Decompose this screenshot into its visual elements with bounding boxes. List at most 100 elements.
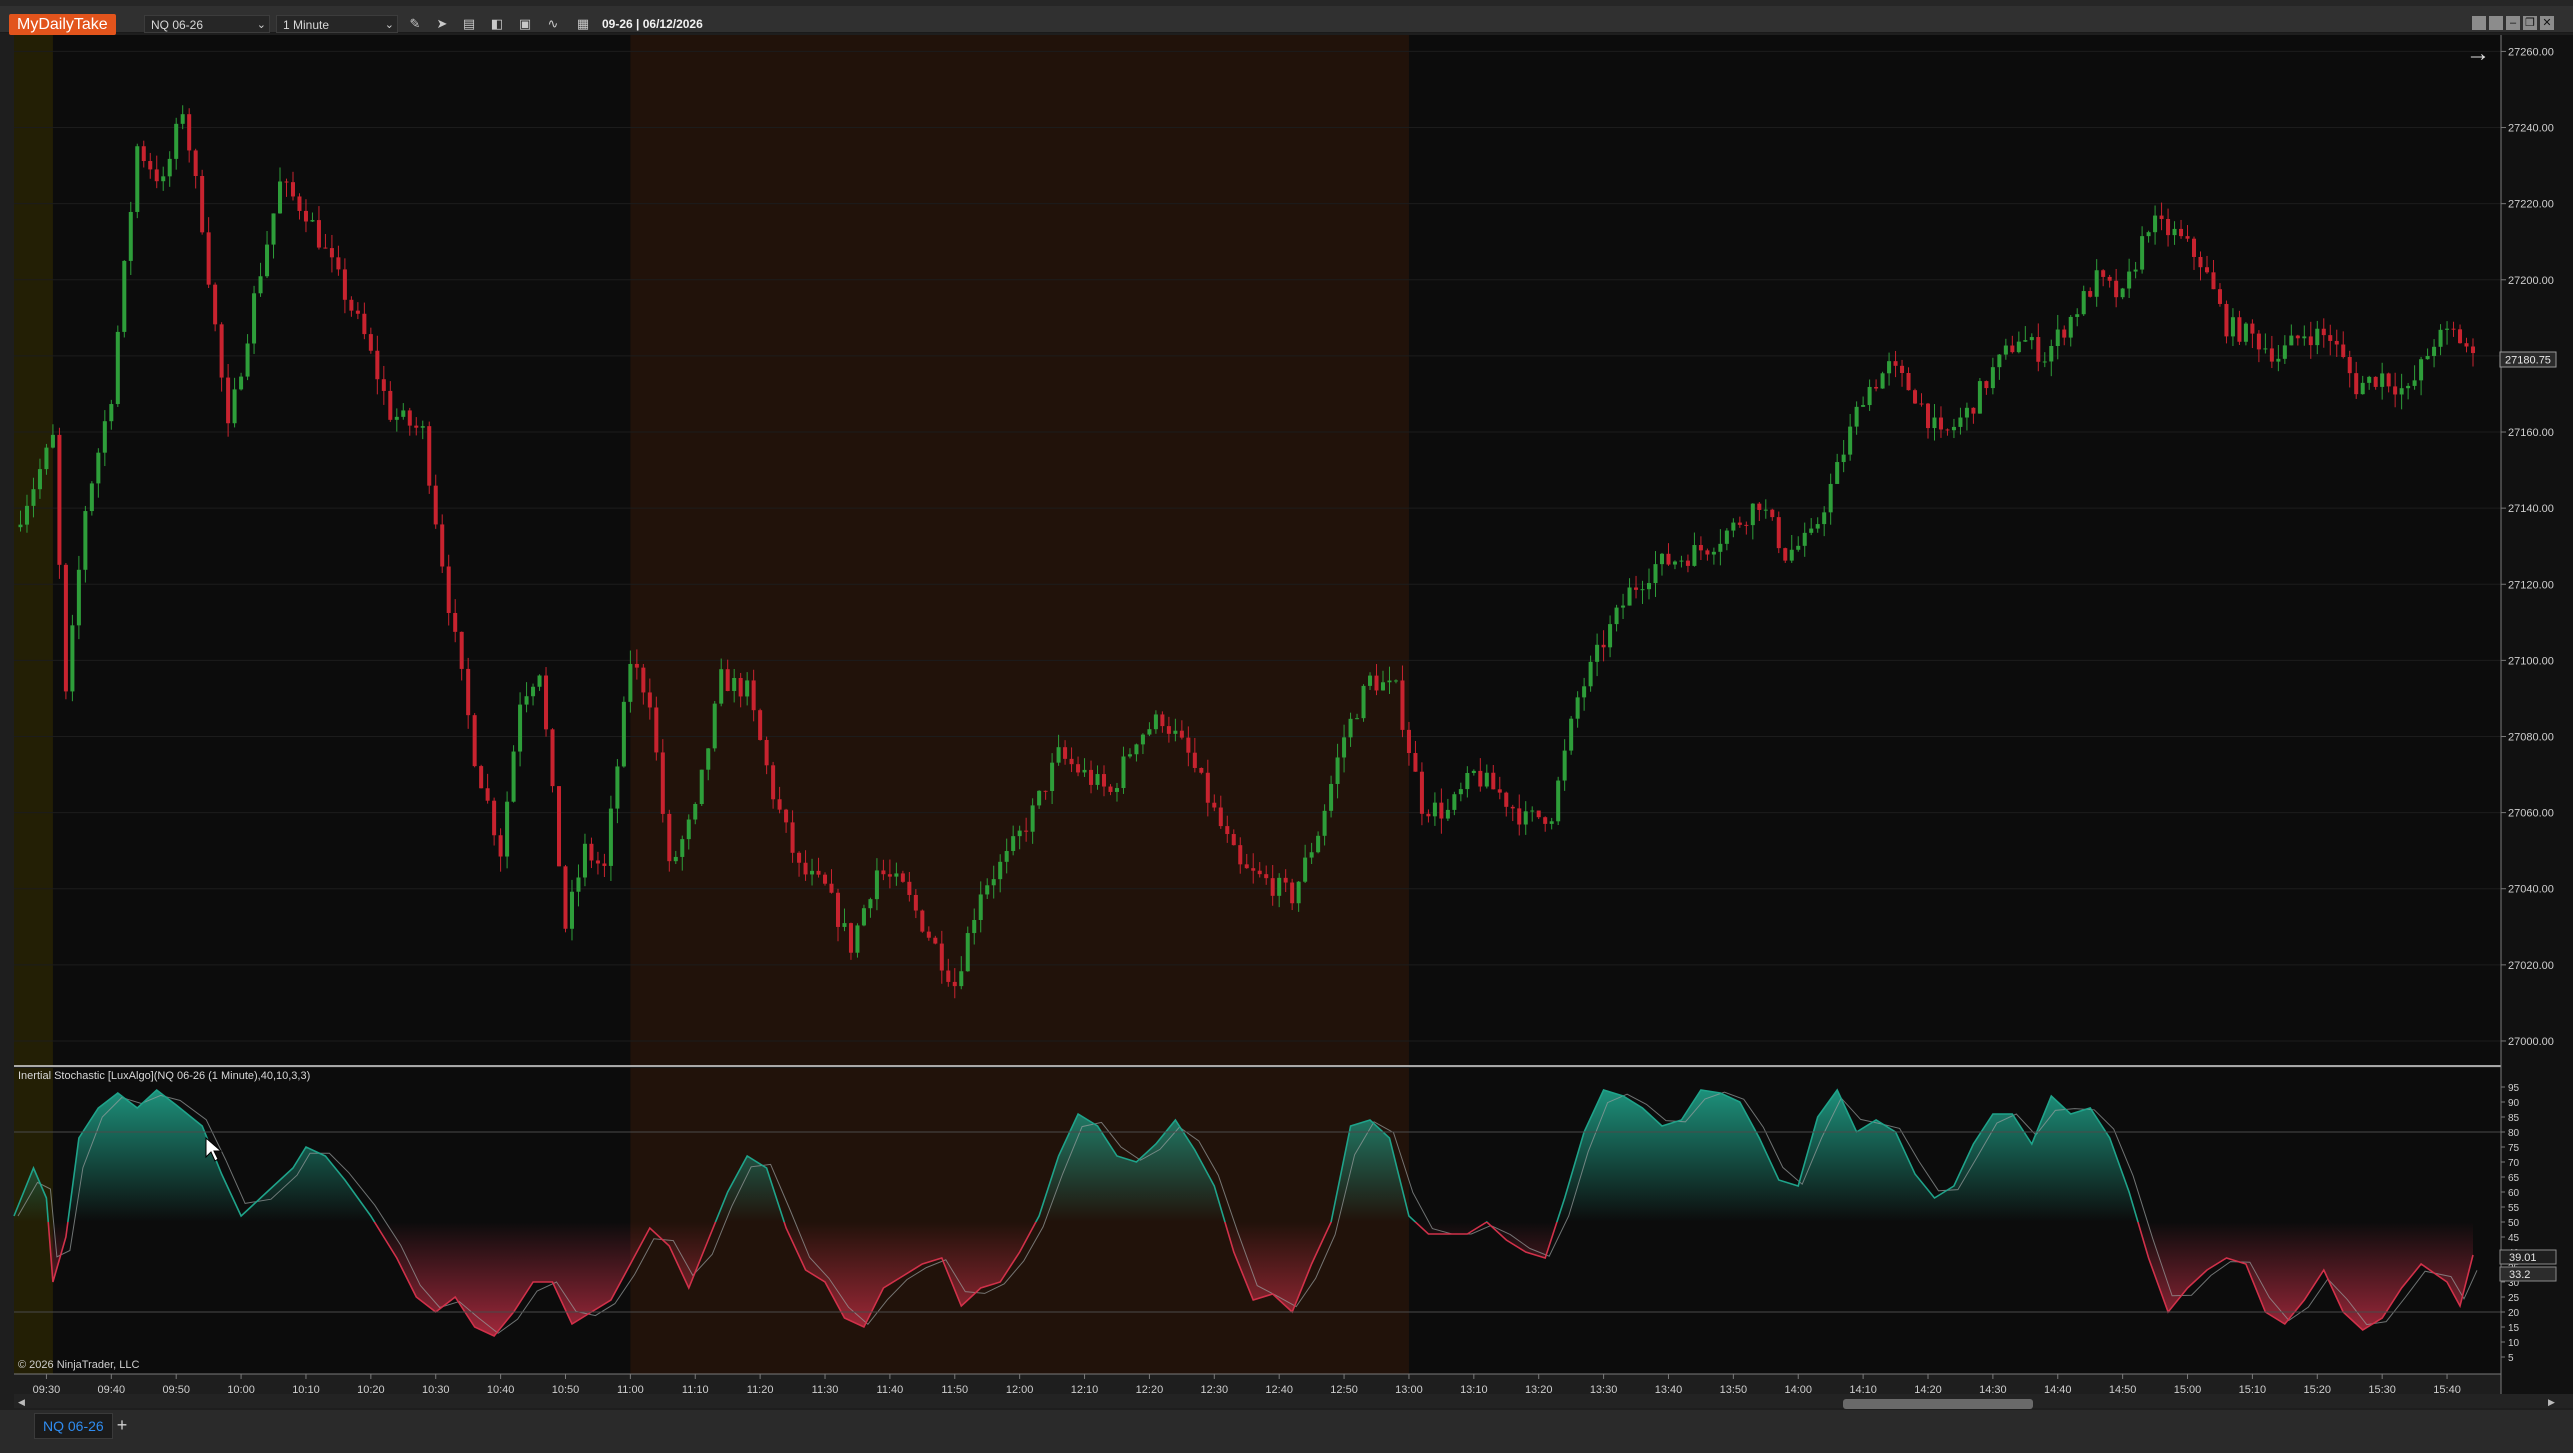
candle-body — [1497, 789, 1502, 793]
candle-body — [2360, 382, 2365, 395]
candle-body — [1517, 808, 1522, 825]
candle-body — [1063, 747, 1068, 759]
candle-body — [641, 667, 646, 693]
candle-body — [842, 923, 847, 927]
candle-body — [414, 425, 419, 428]
candle-body — [1601, 644, 1606, 648]
candle-body — [1646, 583, 1652, 590]
arrow-right-icon[interactable]: → — [2466, 42, 2490, 66]
candle-body — [1225, 826, 1230, 835]
candle-body — [96, 452, 101, 484]
candle-body — [758, 710, 763, 740]
price-tick-label: 27240.00 — [2508, 123, 2554, 135]
scroll-right-icon[interactable]: ▶ — [2548, 1397, 2555, 1407]
indicator-tick-label: 75 — [2508, 1143, 2520, 1154]
horizontal-scrollbar[interactable] — [14, 1394, 2573, 1408]
candle-body — [751, 680, 756, 711]
candle-body — [1608, 624, 1613, 648]
candle-body — [1231, 834, 1236, 846]
candle-body — [368, 334, 373, 351]
candle-body — [913, 894, 918, 911]
candle-body — [2088, 291, 2093, 297]
candle-body — [2321, 328, 2326, 336]
candle-body — [1101, 774, 1107, 787]
candle-body — [1744, 524, 1749, 526]
indicator-tick-label: 25 — [2508, 1293, 2520, 1304]
candle-body — [161, 176, 166, 182]
candle-body — [939, 943, 944, 971]
add-tab-button[interactable]: + — [112, 1415, 132, 1435]
candle-body — [2146, 232, 2151, 237]
candle-body — [615, 766, 620, 809]
candle-body — [193, 150, 198, 177]
candle-body — [135, 146, 140, 212]
candle-body — [141, 146, 146, 162]
candle-body — [213, 284, 218, 325]
tab-nq-06-26[interactable]: NQ 06-26 — [34, 1413, 113, 1439]
candle-body — [1355, 718, 1360, 720]
candle-body — [2068, 316, 2073, 338]
candle-body — [959, 971, 964, 987]
candle-body — [667, 813, 672, 862]
scroll-left-icon[interactable]: ◀ — [18, 1397, 25, 1407]
candle-body — [634, 663, 639, 668]
candle-body — [2179, 228, 2184, 237]
candle-body — [284, 181, 289, 183]
candle-body — [2470, 346, 2476, 354]
indicator-tick-label: 50 — [2508, 1218, 2520, 1229]
candle-body — [1406, 729, 1411, 754]
candle-body — [290, 182, 296, 197]
candle-body — [576, 877, 581, 892]
candle-body — [31, 489, 36, 506]
candle-body — [1984, 381, 1989, 389]
candle-body — [1108, 786, 1113, 792]
candle-body — [1491, 772, 1496, 790]
time-axis[interactable]: 09:30 09:40 09:50 10:00 10:10 10:20 10:30 10:40… — [14, 1373, 2501, 1396]
chart-area[interactable]: 27260.0027240.0027220.0027200.0027180.00… — [0, 0, 2573, 1453]
candle-body — [1121, 756, 1126, 789]
candle-body — [18, 524, 23, 528]
candle-body — [1069, 758, 1074, 765]
session-shade — [14, 35, 53, 1066]
candle-body — [1309, 852, 1314, 858]
candle-body — [2256, 333, 2261, 350]
candle-body — [167, 158, 172, 177]
candle-body — [1919, 403, 1924, 405]
candle-body — [1024, 830, 1029, 832]
candle-body — [1342, 737, 1347, 758]
candle-body — [660, 752, 665, 814]
session-shade — [630, 35, 1409, 1066]
candle-body — [907, 881, 912, 895]
candle-body — [1257, 870, 1262, 875]
candle-body — [154, 169, 159, 182]
candle-body — [44, 447, 49, 470]
candle-body — [50, 434, 55, 448]
candle-body — [1556, 780, 1561, 822]
candle-body — [1316, 835, 1321, 853]
candle-body — [453, 612, 458, 632]
candle-body — [76, 569, 81, 626]
indicator-tick-label: 60 — [2508, 1188, 2520, 1199]
price-tick-label: 27060.00 — [2508, 808, 2554, 820]
candle-body — [1290, 882, 1295, 904]
scrollbar-thumb[interactable] — [1843, 1399, 2033, 1409]
candle-body — [355, 310, 360, 314]
candle-body — [1951, 426, 1956, 431]
candle-body — [1530, 810, 1535, 812]
candle-body — [258, 276, 263, 294]
candle-body — [2107, 276, 2112, 281]
price-tick-label: 27000.00 — [2508, 1036, 2554, 1048]
candle-body — [1452, 794, 1457, 810]
candle-body — [2250, 323, 2255, 334]
candle-body — [1296, 881, 1301, 904]
candle-body — [498, 835, 503, 857]
candle-body — [1510, 806, 1515, 809]
candle-body — [394, 416, 399, 420]
candle-body — [2191, 238, 2197, 257]
candle-body — [2406, 385, 2411, 389]
candle-body — [420, 426, 425, 428]
candle-body — [102, 421, 107, 453]
candle-body — [336, 257, 341, 270]
candle-body — [1731, 522, 1736, 531]
candle-body — [1419, 771, 1424, 814]
